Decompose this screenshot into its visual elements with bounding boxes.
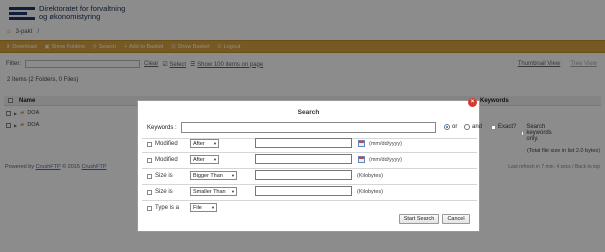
exact-checkbox[interactable] xyxy=(491,124,496,130)
search-dialog: × Search Keywords : or and Exact? Search… xyxy=(137,98,552,232)
type-label: Type is a xyxy=(155,205,180,211)
or-label: or xyxy=(452,124,458,130)
size-bigger-option[interactable]: Size is xyxy=(147,173,173,179)
close-icon[interactable]: × xyxy=(468,98,477,107)
date-format-hint: (mm/dd/yyyy) xyxy=(369,141,402,147)
size-label: Size is xyxy=(155,189,173,195)
divider xyxy=(142,184,477,185)
keywords-input[interactable] xyxy=(181,122,436,133)
keywords-only-label: Search keywords only. xyxy=(526,124,552,142)
cancel-button[interactable]: Cancel xyxy=(442,214,470,224)
modified-label: Modified xyxy=(155,157,178,163)
chevron-down-icon: ▼ xyxy=(213,141,217,146)
calendar-icon[interactable] xyxy=(358,140,365,147)
divider xyxy=(142,200,477,201)
size-operator-value: Bigger Than xyxy=(193,172,223,179)
modified-date-input[interactable] xyxy=(255,138,352,148)
dialog-title: Search xyxy=(297,109,320,116)
size-checkbox[interactable] xyxy=(147,189,152,195)
type-option[interactable]: Type is a xyxy=(147,205,179,211)
keywords-only-option[interactable]: Search keywords only. xyxy=(521,124,553,142)
modified-operator-value: After xyxy=(193,140,205,147)
type-checkbox[interactable] xyxy=(147,205,152,211)
divider xyxy=(142,168,477,169)
modified-after-option-2[interactable]: Modified xyxy=(147,157,178,163)
keywords-only-checkbox[interactable] xyxy=(521,130,525,136)
size-operator-select[interactable]: Smaller Than ▼ xyxy=(190,187,237,196)
size-smaller-option[interactable]: Size is xyxy=(147,189,173,195)
type-value: File xyxy=(193,204,202,211)
and-label: and xyxy=(472,124,483,130)
size-operator-value: Smaller Than xyxy=(193,188,226,195)
chevron-down-icon: ▼ xyxy=(211,205,215,210)
chevron-down-icon: ▼ xyxy=(213,157,217,162)
modified-date-input[interactable] xyxy=(255,154,352,164)
keywords-label: Keywords : xyxy=(147,125,177,131)
date-format-hint: (mm/dd/yyyy) xyxy=(369,157,402,163)
size-unit-hint: (Kilobytes) xyxy=(357,173,383,179)
size-checkbox[interactable] xyxy=(147,173,152,179)
size-input[interactable] xyxy=(255,170,352,180)
modified-checkbox[interactable] xyxy=(147,157,152,163)
size-label: Size is xyxy=(155,173,173,179)
modified-label: Modified xyxy=(155,141,178,147)
modified-operator-select[interactable]: After ▼ xyxy=(190,155,219,164)
or-radio-group[interactable]: or xyxy=(444,124,457,130)
modified-operator-select[interactable]: After ▼ xyxy=(190,139,219,148)
modified-operator-value: After xyxy=(193,156,205,163)
exact-label: Exact? xyxy=(498,124,517,130)
and-radio-group[interactable]: and xyxy=(464,124,482,130)
size-operator-select[interactable]: Bigger Than ▼ xyxy=(190,171,237,180)
type-select[interactable]: File ▼ xyxy=(190,203,217,212)
divider xyxy=(142,152,477,153)
and-radio[interactable] xyxy=(464,124,470,130)
modified-checkbox[interactable] xyxy=(147,141,152,147)
start-search-button[interactable]: Start Search xyxy=(399,214,439,224)
calendar-icon[interactable] xyxy=(358,156,365,163)
size-input[interactable] xyxy=(255,186,352,196)
chevron-down-icon: ▼ xyxy=(231,173,235,178)
or-radio[interactable] xyxy=(444,124,450,130)
chevron-down-icon: ▼ xyxy=(231,189,235,194)
modified-after-option[interactable]: Modified xyxy=(147,141,178,147)
exact-option[interactable]: Exact? xyxy=(491,124,516,130)
size-unit-hint: (Kilobytes) xyxy=(357,189,383,195)
